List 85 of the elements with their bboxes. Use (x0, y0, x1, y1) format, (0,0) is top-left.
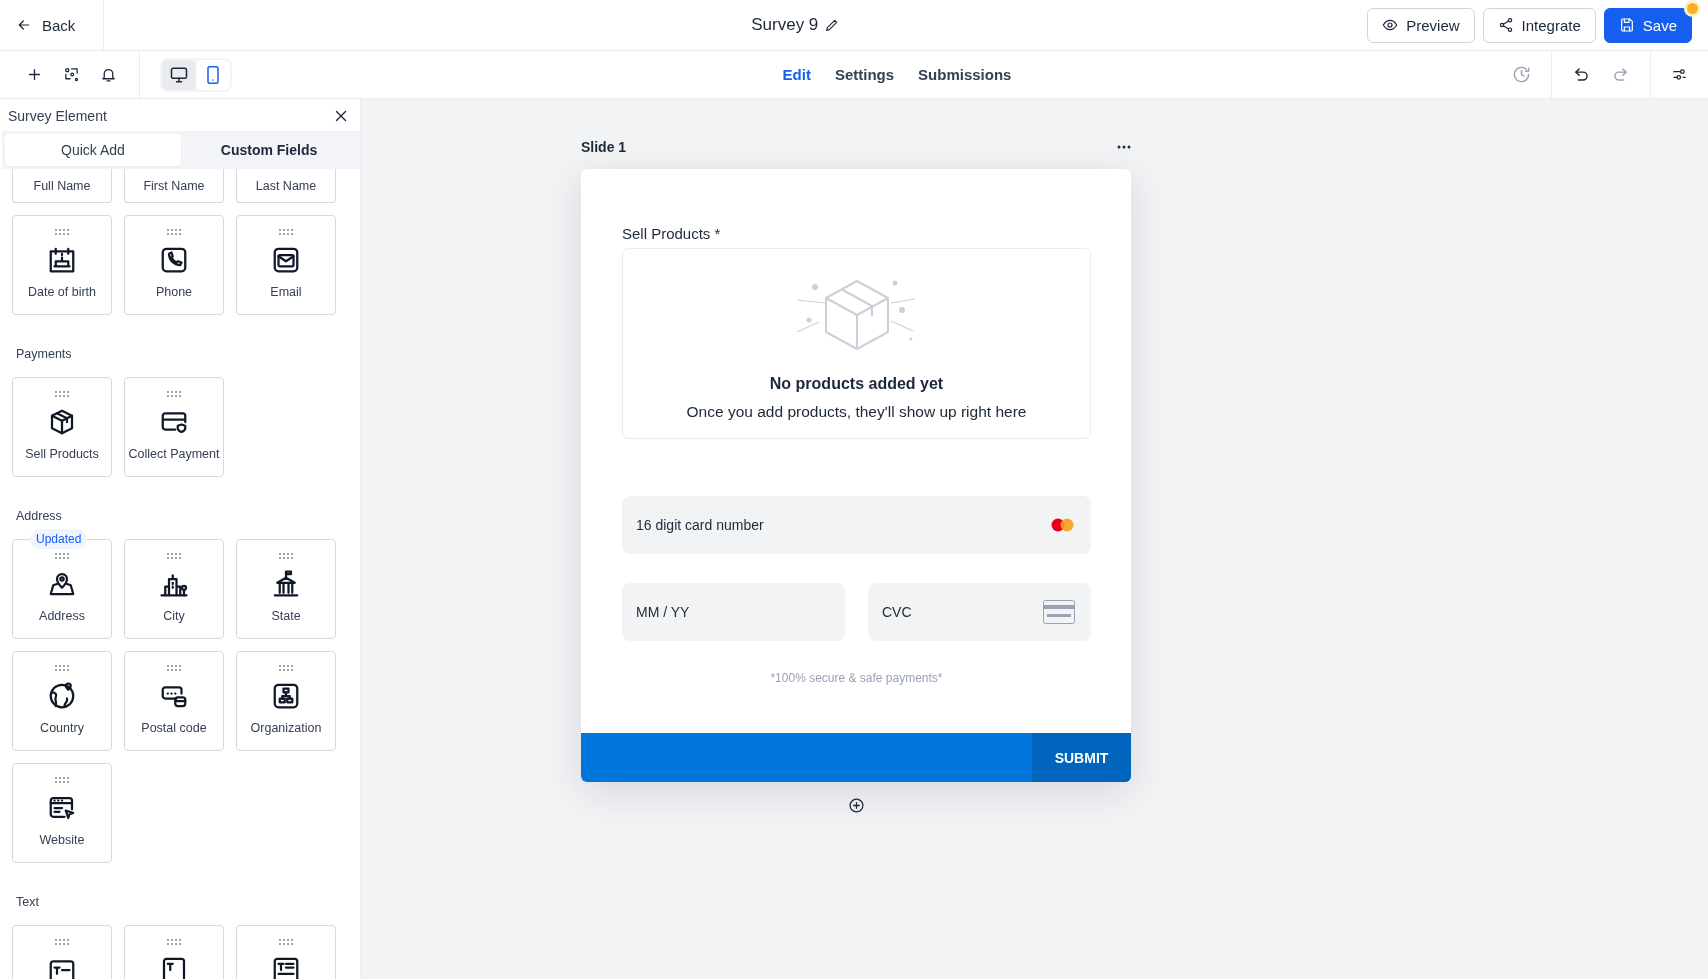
survey-title: Survey 9 (751, 15, 819, 35)
globe-pin-icon (47, 681, 77, 711)
drag-handle-icon (166, 664, 182, 671)
settings-button[interactable] (1671, 66, 1688, 83)
empty-message: Once you add products, they'll show up right here (686, 403, 1027, 421)
drag-handle-icon (54, 228, 70, 235)
cvc-field[interactable]: CVC (868, 583, 1091, 641)
field-label: Sell Products * (622, 225, 722, 242)
drag-handle-icon (278, 228, 294, 235)
section-heading: Payments (16, 347, 73, 361)
back-button[interactable]: Back (0, 0, 105, 50)
save-icon (1618, 17, 1635, 33)
nav-tab[interactable]: Settings (834, 60, 895, 89)
device-toggle[interactable] (196, 59, 230, 90)
sliders-icon (1671, 66, 1688, 83)
paragraph-icon (271, 955, 301, 979)
history-icon (1512, 65, 1531, 84)
org-chart-icon (271, 681, 301, 711)
drag-handle-icon (278, 664, 294, 671)
plus-icon (26, 66, 43, 83)
section-heading: Text (16, 895, 40, 909)
drag-handle-icon (166, 552, 182, 559)
field-tile[interactable]: City (124, 539, 224, 639)
field-tile[interactable]: Website (12, 763, 112, 863)
nav-tab[interactable]: Edit (782, 60, 811, 89)
add-button[interactable] (26, 66, 43, 83)
more-icon (1117, 145, 1131, 149)
drag-handle-icon (54, 938, 70, 945)
notifications-button[interactable] (100, 66, 117, 83)
layers-button[interactable] (63, 66, 80, 83)
integrate-button[interactable]: Integrate (1482, 7, 1596, 43)
redo-icon (1611, 65, 1630, 84)
bell-icon (100, 66, 117, 83)
plus-circle-icon (847, 797, 865, 814)
add-slide-button[interactable] (847, 797, 865, 814)
notification-dot (1687, 2, 1698, 14)
field-tile[interactable]: Collect Payment (124, 377, 224, 477)
nav-tab[interactable]: Submissions (918, 60, 1012, 89)
drag-handle-icon (166, 938, 182, 945)
undo-button[interactable] (1572, 65, 1591, 84)
drag-handle-icon (166, 390, 182, 397)
field-tile[interactable]: Full Name (12, 169, 112, 203)
phone-icon (159, 245, 189, 275)
field-tile[interactable]: Organization (236, 651, 336, 751)
drag-handle-icon (54, 552, 70, 559)
drag-handle-icon (54, 664, 70, 671)
field-tile[interactable]: Country (12, 651, 112, 751)
empty-title: No products added yet (769, 375, 944, 393)
field-tile[interactable]: Postal code (124, 651, 224, 751)
mail-icon (271, 245, 301, 275)
arrow-left-icon (16, 17, 32, 33)
field-tile[interactable]: First Name (124, 169, 224, 203)
section-heading: Address (16, 509, 63, 523)
cake-calendar-icon (47, 245, 77, 275)
expiry-field[interactable]: MM / YY (622, 583, 845, 641)
card-icon (1043, 600, 1075, 624)
panel-title: Survey Element (8, 108, 107, 124)
undo-icon (1572, 65, 1591, 84)
submit-button[interactable]: SUBMIT (1032, 733, 1131, 782)
field-tile[interactable]: State (236, 539, 336, 639)
slide-title: Slide 1 (581, 139, 627, 155)
share-icon (1497, 17, 1514, 33)
government-building-icon (271, 569, 301, 599)
save-button[interactable]: Save (1603, 7, 1692, 43)
field-tile[interactable]: Date of birth (12, 215, 112, 315)
device-toggle[interactable] (162, 59, 196, 90)
security-note: *100% secure & safe payments* (769, 671, 944, 685)
panel-tab[interactable]: Custom Fields (181, 134, 357, 166)
eye-icon (1382, 17, 1399, 33)
drag-handle-icon (166, 228, 182, 235)
nodes-icon (63, 66, 80, 83)
field-tile[interactable]: Phone (124, 215, 224, 315)
drag-handle-icon (278, 938, 294, 945)
drag-handle-icon (54, 776, 70, 783)
drag-handle-icon (278, 552, 294, 559)
card-number-field[interactable]: 16 digit card number (622, 496, 1091, 554)
field-tile[interactable]: Email (236, 215, 336, 315)
panel-tab[interactable]: Quick Add (5, 134, 181, 166)
preview-button[interactable]: Preview (1367, 7, 1475, 43)
card-brand-icon (1051, 518, 1075, 532)
updated-badge: Updated (30, 529, 88, 549)
more-button[interactable] (1117, 145, 1131, 149)
field-tile[interactable]: Last Name (236, 169, 336, 203)
drag-handle-icon (54, 390, 70, 397)
field-tile[interactable]: Sell Products (12, 377, 112, 477)
